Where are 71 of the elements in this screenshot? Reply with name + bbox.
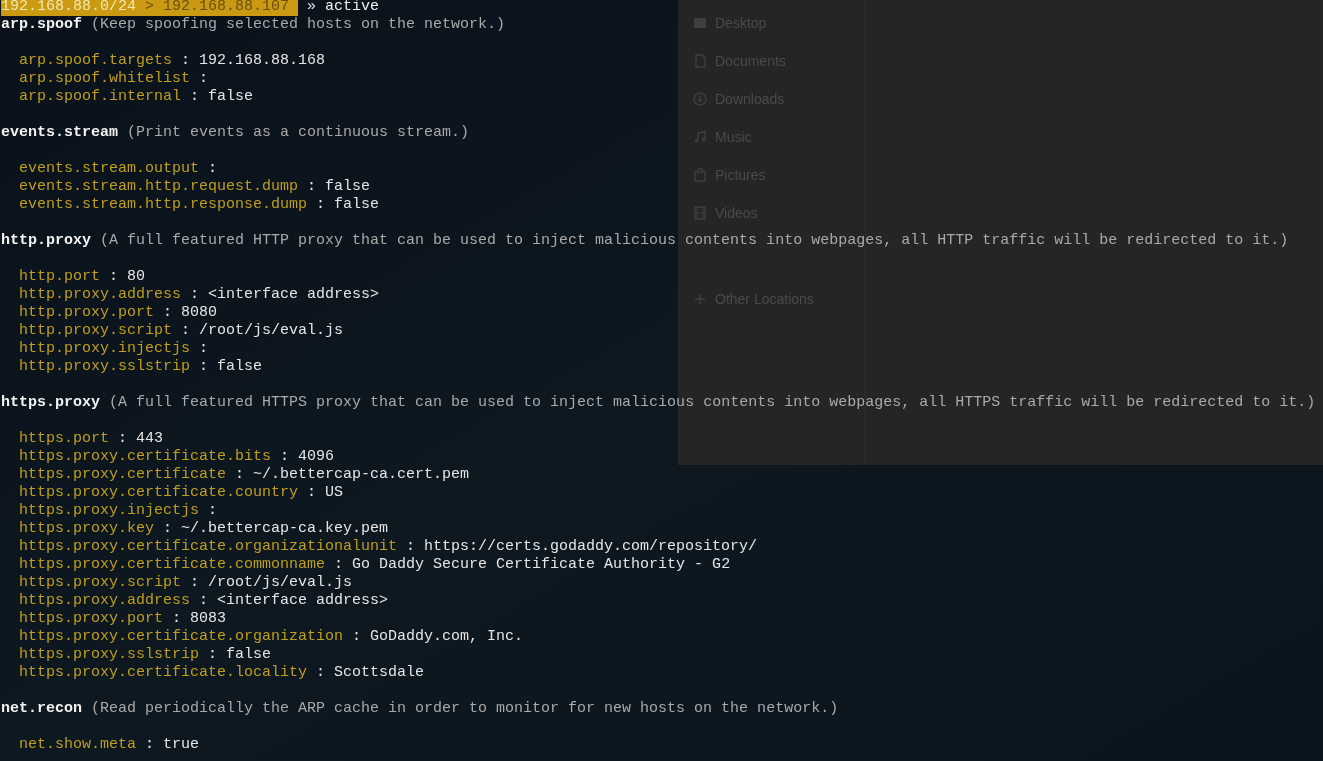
module-description: (Read periodically the ARP cache in order to monitor for new hosts on the network.) bbox=[91, 700, 839, 718]
module-description: (Keep spoofing selected hosts on the network.) bbox=[91, 16, 506, 34]
param-value: : 443 bbox=[118, 430, 164, 448]
param-value: : bbox=[199, 70, 209, 88]
param-value: : false bbox=[190, 88, 254, 106]
param-key: https.proxy.certificate.locality bbox=[19, 664, 308, 682]
module-name: http.proxy bbox=[1, 232, 91, 250]
param-value: : true bbox=[145, 736, 200, 754]
param-value: : 4096 bbox=[280, 448, 335, 466]
module-name: events.stream bbox=[1, 124, 119, 142]
param-key: https.port bbox=[19, 430, 109, 448]
document-icon bbox=[692, 53, 708, 69]
param-value: : Go Daddy Secure Certificate Authority - G2 bbox=[334, 556, 731, 574]
param-key: arp.spoof.internal bbox=[19, 88, 182, 106]
module-name: arp.spoof bbox=[1, 16, 82, 34]
param-key: http.port bbox=[19, 268, 100, 286]
param-value: : bbox=[208, 160, 218, 178]
module-description: (Print events as a continuous stream.) bbox=[127, 124, 470, 142]
download-icon bbox=[692, 91, 708, 107]
param-key: http.proxy.injectjs bbox=[19, 340, 191, 358]
param-key: http.proxy.script bbox=[19, 322, 173, 340]
param-value: : Scottsdale bbox=[316, 664, 425, 682]
param-value: : ~/.bettercap-ca.key.pem bbox=[163, 520, 389, 538]
param-key: https.proxy.certificate.organizationalunit bbox=[19, 538, 398, 556]
host-text: 192.168.88.107 bbox=[163, 0, 290, 16]
param-value: : false bbox=[316, 196, 380, 214]
module-name: https.proxy bbox=[1, 394, 101, 412]
param-value: : ~/.bettercap-ca.cert.pem bbox=[235, 466, 470, 484]
param-value: : US bbox=[307, 484, 344, 502]
param-value: : bbox=[199, 340, 209, 358]
param-value: : 192.168.88.168 bbox=[181, 52, 326, 70]
param-key: http.proxy.port bbox=[19, 304, 155, 322]
param-key: https.proxy.certificate bbox=[19, 466, 227, 484]
param-value: : 80 bbox=[109, 268, 146, 286]
param-key: https.proxy.address bbox=[19, 592, 191, 610]
param-value: : 8080 bbox=[163, 304, 218, 322]
param-value: : /root/js/eval.js bbox=[190, 574, 353, 592]
param-value: : 8083 bbox=[172, 610, 227, 628]
param-key: events.stream.http.response.dump bbox=[19, 196, 308, 214]
plus-icon bbox=[692, 291, 708, 307]
music-note-icon bbox=[692, 129, 708, 145]
module-description: (A full featured HTTPS proxy that can be used to inject malicious contents into webpages, all HTTPS traffic will be redirected to it.) bbox=[109, 394, 1316, 412]
module-description: (A full featured HTTP proxy that can be used to inject malicious contents into webpages, all HTTP traffic will be redirected to it.) bbox=[100, 232, 1289, 250]
param-key: https.proxy.certificate.organization bbox=[19, 628, 344, 646]
param-value: : false bbox=[307, 178, 371, 196]
param-key: events.stream.http.request.dump bbox=[19, 178, 299, 196]
param-key: https.proxy.script bbox=[19, 574, 182, 592]
param-key: https.proxy.injectjs bbox=[19, 502, 200, 520]
param-key: arp.spoof.whitelist bbox=[19, 70, 191, 88]
param-value: : <interface address> bbox=[190, 286, 380, 304]
param-value: : false bbox=[199, 358, 263, 376]
param-key: https.proxy.certificate.bits bbox=[19, 448, 272, 466]
prompt-arrow: » bbox=[307, 0, 317, 16]
param-value: : GoDaddy.com, Inc. bbox=[352, 628, 524, 646]
param-key: https.proxy.key bbox=[19, 520, 155, 538]
param-value: : false bbox=[208, 646, 272, 664]
param-key: https.proxy.certificate.commonname bbox=[19, 556, 326, 574]
param-key: https.proxy.sslstrip bbox=[19, 646, 200, 664]
param-key: https.proxy.port bbox=[19, 610, 164, 628]
param-value: : <interface address> bbox=[199, 592, 389, 610]
param-key: http.proxy.address bbox=[19, 286, 182, 304]
param-key: http.proxy.sslstrip bbox=[19, 358, 191, 376]
module-name: net.recon bbox=[1, 700, 82, 718]
param-key: arp.spoof.targets bbox=[19, 52, 173, 70]
param-key: https.proxy.certificate.country bbox=[19, 484, 299, 502]
param-value: : /root/js/eval.js bbox=[181, 322, 344, 340]
param-value: : bbox=[208, 502, 218, 520]
separator-text: > bbox=[145, 0, 155, 16]
param-key: events.stream.output bbox=[19, 160, 200, 178]
param-key: net.show.meta bbox=[19, 736, 137, 754]
param-value: : https://certs.godaddy.com/repository/ bbox=[406, 538, 758, 556]
